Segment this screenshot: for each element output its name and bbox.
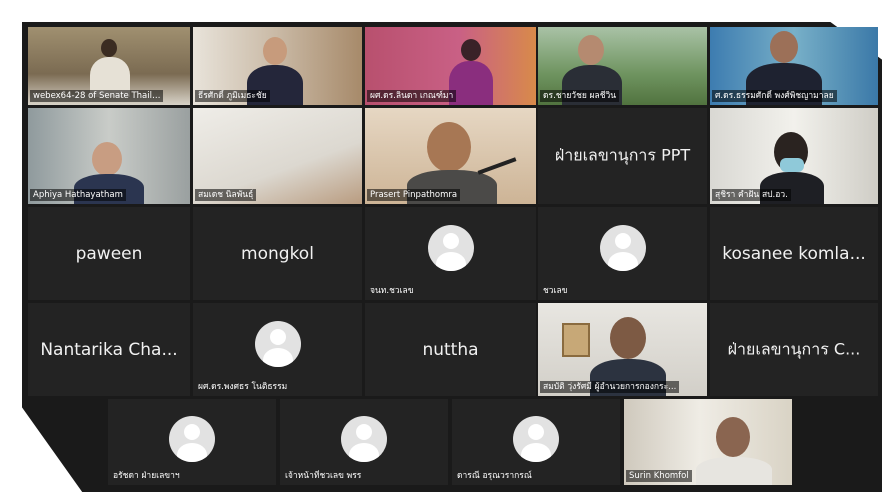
participant-tile[interactable]: ดารณี อรุณวรากรณ์ — [452, 399, 620, 485]
default-avatar-icon — [513, 415, 559, 462]
face-mask — [780, 158, 804, 172]
participant-name: ศ.ดร.ธรรมศักดิ์ พงศ์พิชญามาลย — [712, 90, 837, 102]
default-avatar-icon — [254, 320, 301, 367]
participant-tile[interactable]: จนท.ชวเลข — [365, 207, 536, 300]
participant-name: อรัชดา ฝ่ายเลขาฯ — [113, 471, 180, 481]
participant-tile[interactable]: Prasert Pinpathomra — [365, 108, 536, 204]
participant-tile[interactable]: ฝ่ายเลขานุการ PPT — [538, 108, 707, 204]
participant-name-placeholder: kosanee komla... — [722, 243, 866, 264]
participant-tile[interactable]: kosanee komla... — [710, 207, 878, 300]
participant-tile[interactable]: ธีรศักดิ์ ภูมิเมธะชัย — [193, 27, 362, 105]
participant-tile[interactable]: อรัชดา ฝ่ายเลขาฯ — [108, 399, 276, 485]
participant-figure — [427, 122, 471, 172]
participant-name: ดารณี อรุณวรากรณ์ — [457, 471, 532, 481]
participant-tile[interactable]: nuttha — [365, 303, 536, 396]
participant-name-placeholder: ฝ่ายเลขานุการ C... — [727, 339, 861, 358]
participant-tile[interactable]: สมเดช นิลพันธุ์ — [193, 108, 362, 204]
participant-figure — [92, 142, 122, 176]
participant-figure — [716, 417, 750, 457]
participant-tile[interactable]: Aphiya Hathayatham — [28, 108, 190, 204]
wall-picture — [562, 323, 590, 357]
participant-figure — [263, 37, 287, 65]
participant-name: ผศ.ดร.ลินดา เกณฑ์มา — [367, 90, 457, 102]
participant-figure — [461, 39, 481, 61]
default-avatar-icon — [341, 415, 387, 462]
participant-tile[interactable]: Surin Khomfol — [624, 399, 792, 485]
participant-name-placeholder: paween — [75, 243, 143, 264]
participant-name: Prasert Pinpathomra — [367, 189, 461, 201]
participant-name-placeholder: nuttha — [422, 339, 479, 360]
participant-tile[interactable]: สมบัติ วุ่งรัศมี ผู้อำนวยการกองกระ... — [538, 303, 707, 396]
participant-figure — [101, 39, 117, 57]
participant-tile[interactable]: paween — [28, 207, 190, 300]
participant-name: ชวเลข — [543, 286, 568, 296]
participant-tile[interactable]: เจ้าหน้าที่ชวเลข พรร — [280, 399, 448, 485]
participant-name: webex64-28 of Senate Thail… — [30, 90, 164, 102]
participant-tile[interactable]: webex64-28 of Senate Thail… — [28, 27, 190, 105]
participant-name: สุชิรา คำฝัน สป.อว. — [712, 189, 791, 201]
participant-name: เจ้าหน้าที่ชวเลข พรร — [285, 471, 362, 481]
participant-name-placeholder: ฝ่ายเลขานุการ PPT — [554, 145, 691, 165]
participant-tile[interactable]: ผศ.ดร.พงศธร โนติธรรม — [193, 303, 362, 396]
participant-figure — [578, 35, 604, 65]
default-avatar-icon — [169, 415, 215, 462]
default-avatar-icon — [599, 224, 646, 271]
participant-name: ดร.ชายวัชย ผลชีวิน — [540, 90, 620, 102]
video-conference-gallery: webex64-28 of Senate Thail… ธีรศักดิ์ ภู… — [0, 0, 890, 500]
participant-name: สมเดช นิลพันธุ์ — [195, 189, 257, 201]
participant-tile[interactable]: Nantarika Cha... — [28, 303, 190, 396]
participant-tile[interactable]: สุชิรา คำฝัน สป.อว. — [710, 108, 878, 204]
participant-tile[interactable]: mongkol — [193, 207, 362, 300]
participant-name-placeholder: Nantarika Cha... — [40, 339, 178, 360]
participant-name-placeholder: mongkol — [241, 243, 314, 264]
participant-tile[interactable]: ฝ่ายเลขานุการ C... — [710, 303, 878, 396]
participant-name: ธีรศักดิ์ ภูมิเมธะชัย — [195, 90, 270, 102]
participant-figure — [770, 31, 798, 63]
participant-name: Surin Khomfol — [626, 470, 692, 482]
participant-tile[interactable]: ดร.ชายวัชย ผลชีวิน — [538, 27, 707, 105]
participant-name: จนท.ชวเลข — [370, 286, 414, 296]
participant-tile[interactable]: ชวเลข — [538, 207, 707, 300]
participant-figure — [610, 317, 646, 359]
participant-name: สมบัติ วุ่งรัศมี ผู้อำนวยการกองกระ... — [540, 381, 680, 393]
participant-name: ผศ.ดร.พงศธร โนติธรรม — [198, 382, 288, 392]
participant-name: Aphiya Hathayatham — [30, 189, 126, 201]
participant-figure — [696, 457, 772, 485]
default-avatar-icon — [427, 224, 474, 271]
participant-tile[interactable]: ผศ.ดร.ลินดา เกณฑ์มา — [365, 27, 536, 105]
participant-tile[interactable]: ศ.ดร.ธรรมศักดิ์ พงศ์พิชญามาลย — [710, 27, 878, 105]
